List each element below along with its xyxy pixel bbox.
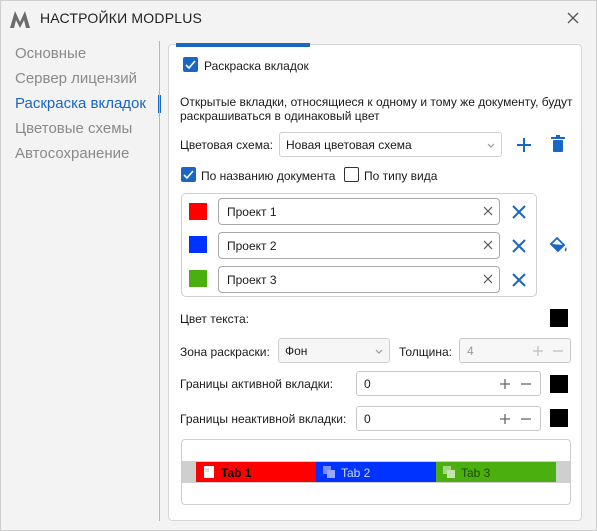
preview-tab-3: Tab 3 [436, 462, 556, 482]
sheet-icon [323, 466, 335, 478]
preview-tab-1-label: Tab 1 [221, 466, 252, 480]
remove-rule-3-icon[interactable] [510, 271, 528, 289]
description-text: Открытые вкладки, относящиеся к одному и… [180, 95, 573, 123]
active-border-value: 0 [364, 377, 371, 391]
inactive-border-value: 0 [364, 412, 371, 426]
minus-icon[interactable] [520, 378, 532, 390]
by-document-name-checkbox[interactable] [181, 167, 196, 182]
clear-icon[interactable] [481, 238, 495, 252]
sidebar-divider [159, 41, 160, 521]
checkmark-icon [185, 60, 196, 70]
active-border-color-swatch[interactable] [550, 375, 568, 393]
plus-icon[interactable] [499, 378, 511, 390]
color-scheme-label: Цветовая схема: [180, 138, 273, 152]
rule-1-field[interactable]: Проект 1 [218, 198, 500, 225]
preview-tab-1: Tab 1 [196, 462, 316, 482]
tab-preview: Tab 1 Tab 2 Tab 3 [181, 439, 571, 505]
inactive-border-stepper[interactable]: 0 [356, 406, 541, 431]
modplus-logo-icon [10, 11, 30, 28]
sidebar-item-license-server[interactable]: Сервер лицензий [1, 66, 161, 91]
color-scheme-value: Новая цветовая схема [286, 138, 412, 152]
thickness-label: Толщина: [399, 345, 453, 359]
thickness-value: 4 [467, 344, 474, 358]
remove-rule-2-icon[interactable] [510, 237, 528, 255]
minus-icon[interactable] [520, 413, 532, 425]
active-border-label: Границы активной вкладки: [180, 377, 334, 391]
sidebar-nav: Основные Сервер лицензий Раскраска вклад… [1, 41, 161, 166]
inactive-border-label: Границы неактивной вкладки: [180, 412, 347, 426]
color-scheme-select[interactable]: Новая цветовая схема [279, 132, 502, 157]
plus-icon[interactable] [532, 345, 544, 357]
title-bar: НАСТРОЙКИ MODPLUS [1, 1, 596, 37]
preview-tab-2-label: Tab 2 [341, 466, 371, 480]
plus-icon[interactable] [499, 413, 511, 425]
thickness-stepper[interactable]: 4 [459, 338, 571, 363]
sidebar-item-tab-coloring[interactable]: Раскраска вкладок [1, 91, 161, 116]
remove-rule-1-icon[interactable] [510, 203, 528, 221]
minus-icon[interactable] [552, 345, 564, 357]
rule-2-value: Проект 2 [227, 239, 277, 253]
chevron-down-icon [487, 143, 495, 148]
sidebar-item-color-schemes[interactable]: Цветовые схемы [1, 116, 161, 141]
rule-3-value: Проект 3 [227, 273, 277, 287]
preview-tab-2: Tab 2 [316, 462, 436, 482]
by-view-type-checkbox[interactable] [344, 167, 359, 182]
paint-bucket-icon[interactable] [548, 235, 570, 255]
chevron-down-icon [375, 349, 383, 354]
enable-coloring-checkbox[interactable] [183, 57, 198, 72]
clear-icon[interactable] [481, 272, 495, 286]
text-color-swatch[interactable] [550, 309, 568, 327]
rule-1-value: Проект 1 [227, 205, 277, 219]
inactive-border-color-swatch[interactable] [550, 409, 568, 427]
rule-2-field[interactable]: Проект 2 [218, 232, 500, 259]
rule-3-color-swatch[interactable] [189, 270, 207, 287]
rule-3-field[interactable]: Проект 3 [218, 266, 500, 293]
sidebar-item-autosave[interactable]: Автосохранение [1, 141, 161, 166]
preview-tab-3-label: Tab 3 [461, 466, 491, 480]
panel-tab-indicator [176, 43, 310, 47]
by-view-type-label: По типу вида [364, 169, 438, 183]
fill-zone-label: Зона раскраски: [180, 345, 270, 359]
rule-1-color-swatch[interactable] [189, 203, 207, 220]
document-icon [204, 466, 214, 478]
fill-zone-select[interactable]: Фон [278, 338, 390, 363]
enable-coloring-label: Раскраска вкладок [204, 59, 309, 73]
delete-scheme-icon[interactable] [548, 134, 568, 154]
active-border-stepper[interactable]: 0 [356, 371, 541, 396]
clear-icon[interactable] [481, 204, 495, 218]
add-scheme-button[interactable] [514, 135, 534, 155]
window-title: НАСТРОЙКИ MODPLUS [40, 10, 203, 26]
rule-2-color-swatch[interactable] [189, 236, 207, 253]
by-document-name-label: По названию документа [201, 169, 336, 183]
text-color-label: Цвет текста: [180, 312, 250, 326]
checkmark-icon [183, 170, 194, 180]
fill-zone-value: Фон [285, 344, 308, 358]
sheet-icon [443, 466, 455, 478]
sidebar-item-general[interactable]: Основные [1, 41, 161, 66]
close-icon[interactable] [564, 9, 582, 27]
